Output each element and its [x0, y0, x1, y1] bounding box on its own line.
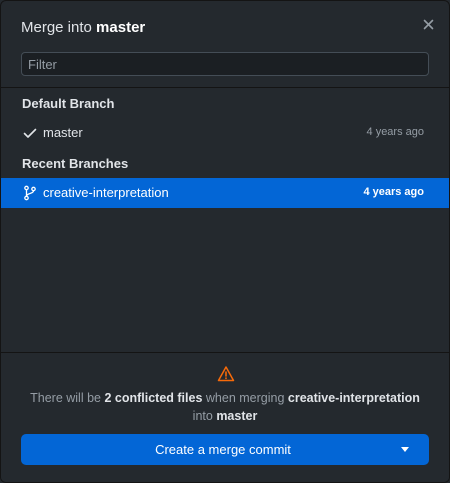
branch-row-master[interactable]: master 4 years ago	[1, 118, 449, 148]
conflict-count: 2 conflicted files	[104, 391, 203, 405]
branch-name: creative-interpretation	[43, 185, 169, 200]
alert-icon	[217, 366, 235, 382]
merge-footer: There will be 2 conflicted files when me…	[1, 352, 449, 482]
branch-name: master	[43, 125, 83, 140]
message-part2: when merging	[202, 391, 288, 405]
branch-row-creative-interpretation[interactable]: creative-interpretation 4 years ago	[1, 178, 449, 208]
dialog-title-branch: master	[96, 19, 146, 36]
check-icon	[23, 128, 37, 138]
branch-time: 4 years ago	[366, 126, 424, 138]
merge-dialog: Merge into master Default Branch master …	[0, 0, 450, 483]
triangle-down-icon[interactable]	[401, 447, 409, 452]
create-merge-commit-button[interactable]: Create a merge commit	[21, 434, 429, 465]
source-branch: creative-interpretation	[287, 391, 420, 405]
filter-input[interactable]	[21, 52, 429, 76]
dialog-title-prefix: Merge into	[21, 19, 92, 36]
close-icon[interactable]	[421, 17, 437, 33]
dialog-title: Merge into master	[21, 19, 145, 36]
recent-branches-header: Recent Branches	[22, 156, 129, 171]
dialog-header: Merge into master	[1, 1, 449, 55]
branch-list: Default Branch master 4 years ago Recent…	[1, 87, 449, 353]
merge-button-label: Create a merge commit	[155, 442, 291, 457]
default-branch-header: Default Branch	[22, 96, 115, 111]
target-branch: master	[216, 409, 258, 423]
branch-time: 4 years ago	[363, 186, 424, 198]
message-part3: into	[192, 409, 217, 423]
merge-status-message: There will be 2 conflicted files when me…	[11, 389, 439, 425]
git-branch-icon	[24, 185, 36, 201]
message-part1: There will be	[30, 391, 105, 405]
